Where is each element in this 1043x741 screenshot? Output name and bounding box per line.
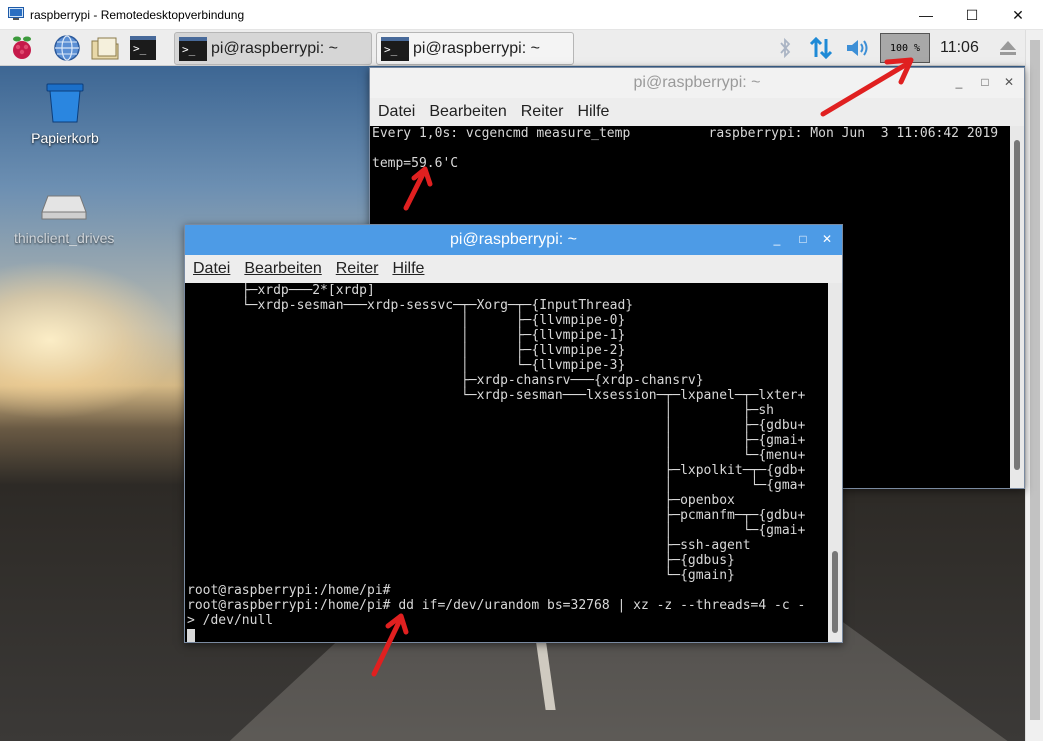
terminal-line: │ └─{gmai+ xyxy=(187,523,806,538)
annotation-arrow-icon xyxy=(371,613,409,677)
terminal-menubar: Datei Bearbeiten Reiter Hilfe xyxy=(185,255,842,283)
menu-datei[interactable]: Datei xyxy=(378,103,415,121)
terminal-icon: >_ xyxy=(381,36,409,61)
desktop-icon-trash[interactable]: Papierkorb xyxy=(20,80,110,146)
task-terminal-1[interactable]: >_ pi@raspberrypi: ~ xyxy=(174,32,372,65)
eject-icon[interactable] xyxy=(993,34,1023,62)
terminal-line: ├─openbox xyxy=(187,493,735,508)
file-manager-icon[interactable] xyxy=(90,34,120,62)
window-title: pi@raspberrypi: ~ xyxy=(450,231,577,248)
terminal-line: │ └─{llvmpipe-3} xyxy=(187,358,626,373)
rdp-scrollbar[interactable] xyxy=(1025,30,1043,741)
terminal-scrollbar[interactable] xyxy=(828,283,842,642)
terminal-line: temp=59.6'C xyxy=(372,156,459,171)
terminal-line: └─xrdp-sesman───lxsession─┬─lxpanel─┬─lx… xyxy=(187,388,806,403)
annotation-arrow-icon xyxy=(403,166,433,211)
terminal-line: ├─xrdp───2*[xrdp] xyxy=(187,283,375,298)
menu-datei[interactable]: Datei xyxy=(193,260,230,278)
desktop-icon-drive[interactable]: thinclient_drives xyxy=(14,192,114,246)
menu-bearbeiten[interactable]: Bearbeiten xyxy=(429,103,506,121)
minimize-button[interactable]: _ xyxy=(952,75,966,89)
bluetooth-icon[interactable] xyxy=(770,34,800,62)
scrollbar-thumb[interactable] xyxy=(1014,140,1020,470)
terminal-line: ├─ssh-agent xyxy=(187,538,751,553)
terminal-line: │ ├─{llvmpipe-1} xyxy=(187,328,626,343)
terminal-line: └─{gmain} xyxy=(187,568,735,583)
close-button[interactable]: ✕ xyxy=(820,232,834,246)
task-label: pi@raspberrypi: ~ xyxy=(211,39,338,57)
terminal-line: └─xrdp-sesman───xrdp-sessvc─┬─Xorg─┬─{In… xyxy=(187,298,634,313)
desktop-icon-label: Papierkorb xyxy=(31,130,99,146)
terminal-line: ├─xrdp-chansrv───{xrdp-chansrv} xyxy=(187,373,704,388)
rdp-window-title: raspberrypi - Remotedesktopverbindung xyxy=(30,8,245,22)
minimize-button[interactable]: _ xyxy=(770,232,784,246)
task-terminal-2[interactable]: >_ pi@raspberrypi: ~ xyxy=(376,32,574,65)
rdp-minimize-button[interactable]: — xyxy=(903,0,949,30)
maximize-button[interactable]: □ xyxy=(978,75,992,89)
terminal-line: ├─pcmanfm─┬─{gdbu+ xyxy=(187,508,806,523)
rdp-titlebar: raspberrypi - Remotedesktopverbindung — … xyxy=(0,0,1043,30)
terminal-cursor xyxy=(187,629,195,642)
terminal-icon: >_ xyxy=(179,36,207,61)
terminal-titlebar[interactable]: pi@raspberrypi: ~ _ □ ✕ xyxy=(370,68,1024,98)
rdp-scrollbar-thumb[interactable] xyxy=(1030,40,1040,720)
wallpaper-sunset xyxy=(0,260,180,420)
terminal-scrollbar[interactable] xyxy=(1010,126,1024,488)
rdp-maximize-button[interactable]: ☐ xyxy=(949,0,995,30)
menu-reiter[interactable]: Reiter xyxy=(336,260,379,278)
terminal-line: root@raspberrypi:/home/pi# xyxy=(187,583,391,598)
terminal-line: │ └─{menu+ xyxy=(187,448,806,463)
terminal-window-front[interactable]: pi@raspberrypi: ~ _ □ ✕ Datei Bearbeiten… xyxy=(184,224,843,643)
close-button[interactable]: ✕ xyxy=(1002,75,1016,89)
raspberry-menu-icon[interactable] xyxy=(7,34,37,62)
terminal-line: Every 1,0s: vcgencmd measure_temp raspbe… xyxy=(372,126,999,141)
remote-desktop-icon xyxy=(8,7,24,20)
terminal-line: │ ├─{gdbu+ xyxy=(187,418,806,433)
terminal-line: > /dev/null xyxy=(187,613,274,628)
trash-icon xyxy=(46,83,84,123)
terminal-line: │ ├─{llvmpipe-2} xyxy=(187,343,626,358)
terminal-menubar: Datei Bearbeiten Reiter Hilfe xyxy=(370,98,1024,126)
terminal-line: root@raspberrypi:/home/pi# dd if=/dev/ur… xyxy=(187,598,806,613)
terminal-line: │ ├─sh xyxy=(187,403,774,418)
terminal-line: │ ├─{llvmpipe-0} xyxy=(187,313,626,328)
terminal-line: ├─{gdbus} xyxy=(187,553,735,568)
maximize-button[interactable]: □ xyxy=(796,232,810,246)
web-browser-icon[interactable] xyxy=(52,34,82,62)
clock[interactable]: 11:06 xyxy=(940,39,979,57)
desktop-icon-label: thinclient_drives xyxy=(14,230,114,246)
annotation-arrow-icon xyxy=(820,57,914,117)
task-label: pi@raspberrypi: ~ xyxy=(413,39,540,57)
drive-icon xyxy=(41,195,87,220)
scrollbar-thumb[interactable] xyxy=(832,551,838,633)
terminal-output[interactable]: ├─xrdp───2*[xrdp] └─xrdp-sesman───xrdp-s… xyxy=(185,283,828,642)
window-title: pi@raspberrypi: ~ xyxy=(633,74,761,91)
rdp-close-button[interactable]: ✕ xyxy=(995,0,1041,30)
menu-bearbeiten[interactable]: Bearbeiten xyxy=(244,260,321,278)
terminal-icon[interactable]: >_ xyxy=(130,34,160,62)
terminal-line: ├─lxpolkit─┬─{gdb+ xyxy=(187,463,806,478)
menu-hilfe[interactable]: Hilfe xyxy=(577,103,609,121)
terminal-line: │ ├─{gmai+ xyxy=(187,433,806,448)
menu-reiter[interactable]: Reiter xyxy=(521,103,564,121)
terminal-titlebar[interactable]: pi@raspberrypi: ~ _ □ ✕ xyxy=(185,225,842,255)
menu-hilfe[interactable]: Hilfe xyxy=(392,260,424,278)
terminal-line: │ └─{gma+ xyxy=(187,478,806,493)
